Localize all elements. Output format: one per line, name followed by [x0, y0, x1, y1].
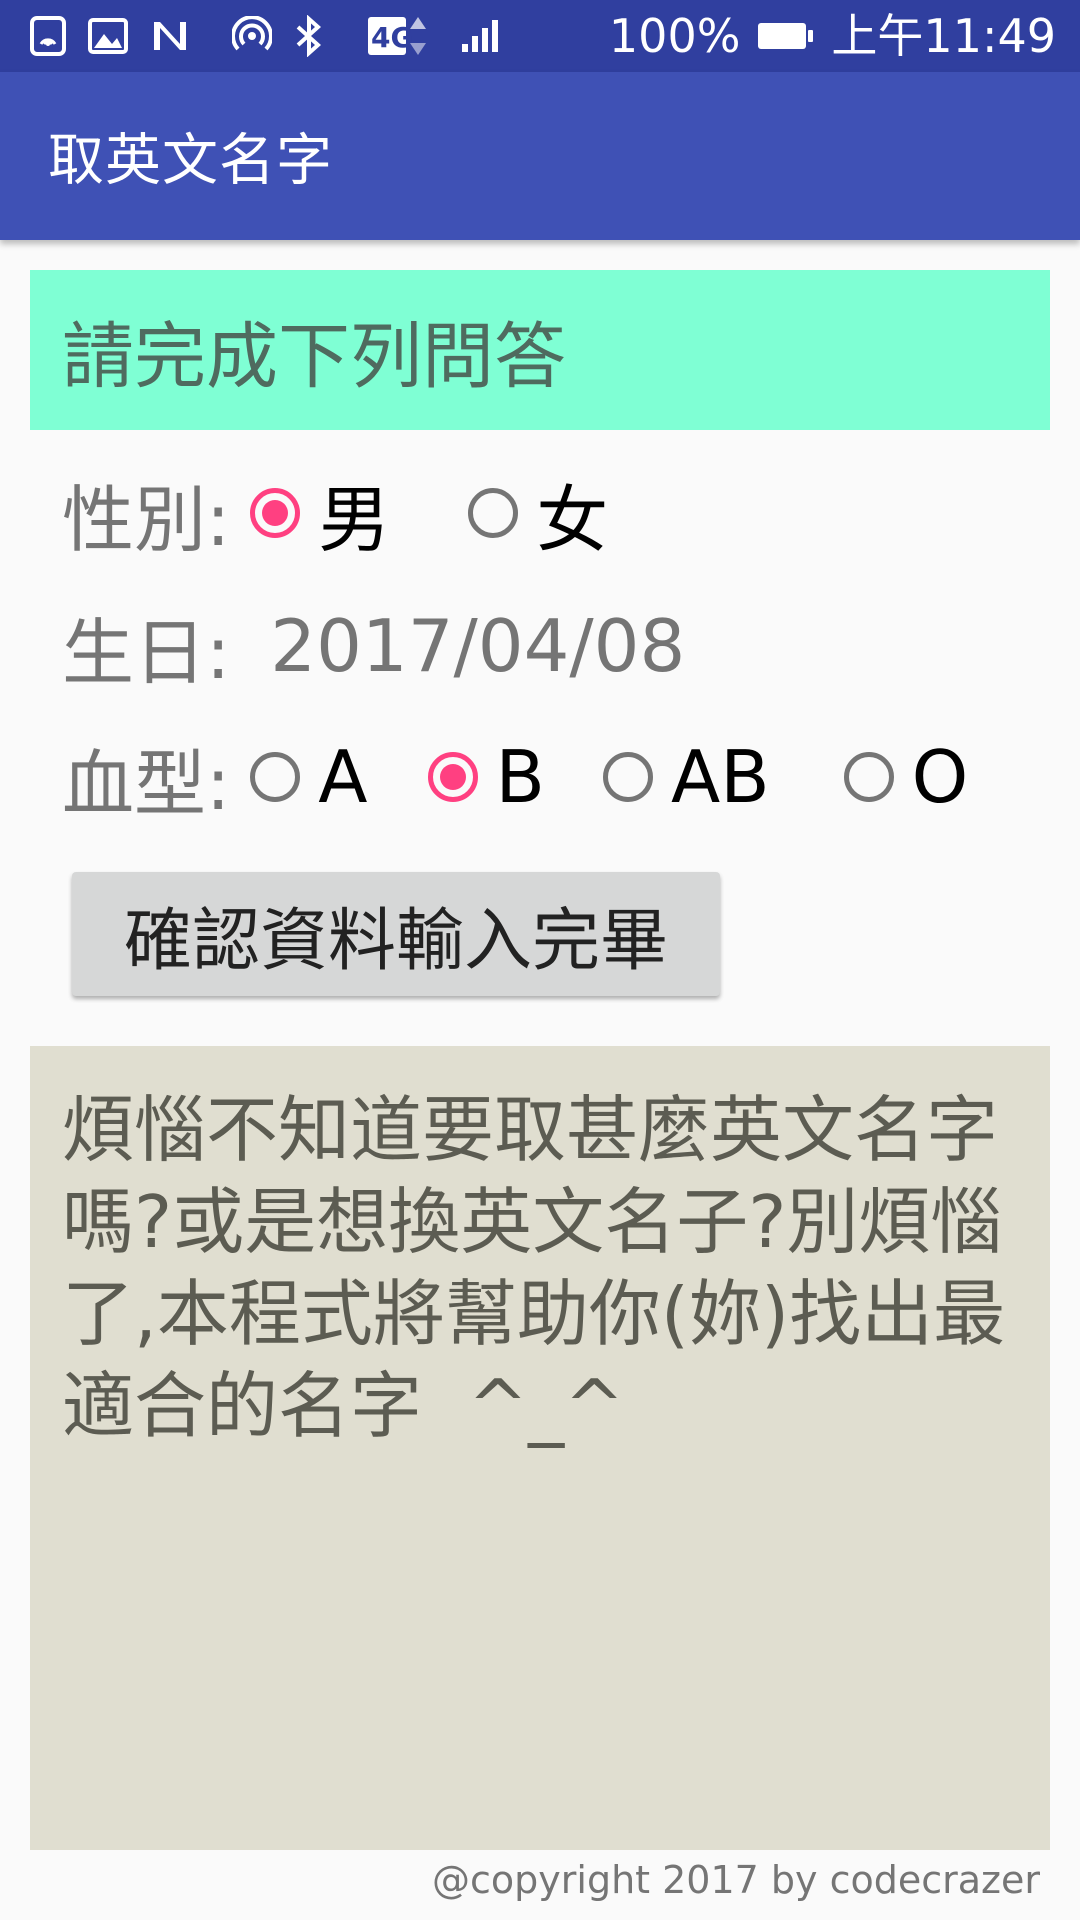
status-bar: 4G 100% 上午11:49: [0, 0, 1080, 72]
radio-unchecked-icon[interactable]: [468, 488, 519, 538]
radio-unchecked-icon[interactable]: [250, 752, 301, 802]
svg-text:4G: 4G: [371, 21, 413, 54]
hotspot-icon: [232, 13, 272, 59]
description-text: 煩惱不知道要取甚麼英文名字嗎?或是想換英文名子?別煩惱了,本程式將幫助你(妳)找…: [62, 1088, 1006, 1448]
blood-type-option-label: AB: [670, 735, 770, 819]
network-4g-icon: 4G: [366, 13, 438, 59]
gender-row: 性別: 男 女: [62, 463, 608, 563]
blood-type-option-a[interactable]: A: [250, 735, 368, 819]
signal-icon: [460, 13, 504, 59]
clock: 上午11:49: [831, 9, 1056, 63]
gender-label: 性別:: [62, 477, 231, 562]
gender-option-label: 男: [318, 477, 391, 562]
image-icon: [88, 13, 128, 59]
radio-unchecked-icon[interactable]: [602, 752, 653, 802]
description-box: 煩惱不知道要取甚麼英文名字嗎?或是想換英文名子?別煩惱了,本程式將幫助你(妳)找…: [30, 1046, 1050, 1850]
confirm-button[interactable]: 確認資料輸入完畢: [72, 872, 720, 996]
blood-type-row: 血型: A B AB O: [62, 727, 968, 827]
battery-icon: [758, 23, 814, 49]
battery-percent: 100%: [608, 9, 741, 63]
gender-option-female[interactable]: 女: [468, 461, 608, 566]
blood-type-option-label: O: [911, 735, 969, 819]
birthday-value[interactable]: 2017/04/08: [270, 604, 685, 688]
blood-type-option-label: B: [495, 735, 545, 819]
blood-type-label: 血型:: [62, 741, 231, 826]
birthday-row: 生日: 2017/04/08: [62, 596, 685, 696]
header-text: 請完成下列問答: [62, 314, 567, 399]
birthday-label: 生日:: [62, 610, 231, 695]
radio-checked-icon[interactable]: [427, 752, 478, 802]
gender-option-male[interactable]: 男: [250, 461, 390, 566]
blood-type-option-o[interactable]: O: [843, 735, 969, 819]
n-icon: [150, 13, 190, 59]
radio-checked-icon[interactable]: [250, 488, 301, 538]
header-box: 請完成下列問答: [30, 270, 1050, 430]
radio-unchecked-icon[interactable]: [843, 752, 894, 802]
app-bar: 取英文名字: [0, 72, 1080, 240]
bluetooth-icon: [294, 13, 324, 59]
app-title: 取英文名字: [48, 128, 333, 194]
nfc-icon: [30, 13, 66, 59]
blood-type-option-b[interactable]: B: [427, 735, 545, 819]
copyright-footer: @copyright 2017 by codecrazer: [432, 1858, 1040, 1902]
blood-type-option-label: A: [318, 735, 368, 819]
blood-type-option-ab[interactable]: AB: [602, 735, 770, 819]
gender-option-label: 女: [536, 477, 609, 562]
